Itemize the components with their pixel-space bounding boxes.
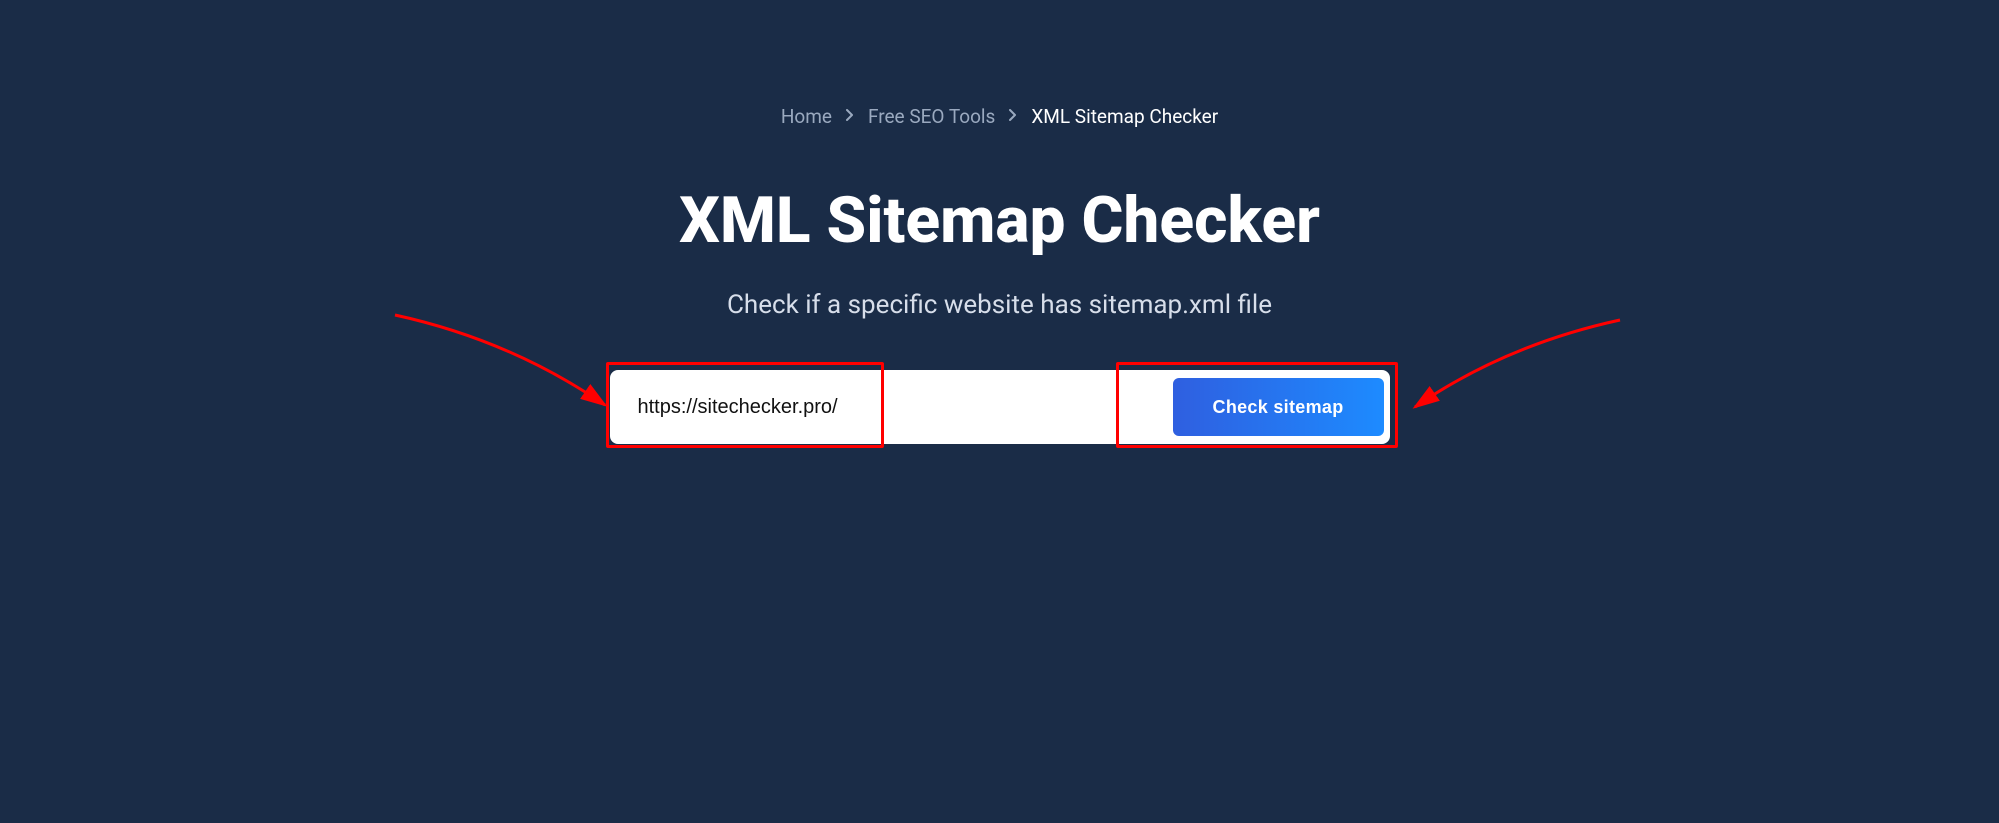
breadcrumb-current: XML Sitemap Checker xyxy=(1031,105,1218,128)
url-input[interactable] xyxy=(638,396,1173,419)
breadcrumb-home-link[interactable]: Home xyxy=(781,105,832,128)
page-title: XML Sitemap Checker xyxy=(679,183,1320,258)
breadcrumb-tools-link[interactable]: Free SEO Tools xyxy=(868,105,995,128)
chevron-right-icon xyxy=(1009,109,1017,125)
url-input-wrap xyxy=(610,376,1173,438)
form-wrap: Check sitemap xyxy=(0,370,1999,444)
breadcrumb: Home Free SEO Tools XML Sitemap Checker xyxy=(781,105,1218,128)
page-subtitle: Check if a specific website has sitemap.… xyxy=(727,290,1272,320)
annotation-arrow-left xyxy=(390,310,620,430)
page-container: Home Free SEO Tools XML Sitemap Checker … xyxy=(0,0,1999,444)
chevron-right-icon xyxy=(846,109,854,125)
sitemap-check-form: Check sitemap xyxy=(610,370,1390,444)
check-sitemap-button[interactable]: Check sitemap xyxy=(1173,378,1384,436)
annotation-arrow-right xyxy=(1405,315,1625,435)
